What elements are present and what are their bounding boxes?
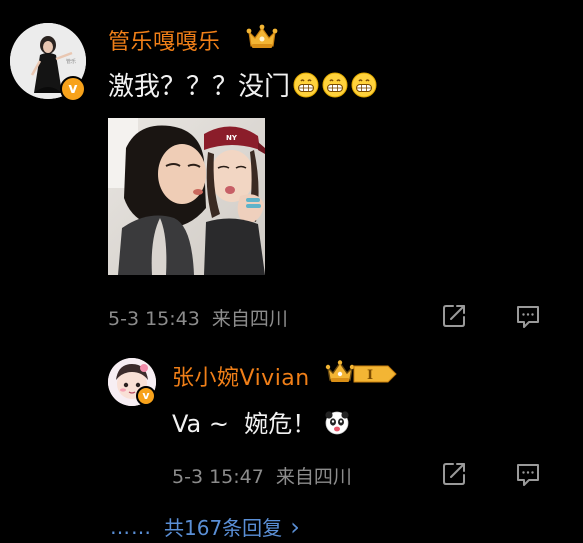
post-text: 激我？？？没门: [108, 72, 291, 102]
svg-text:NY: NY: [226, 134, 238, 142]
share-icon[interactable]: [440, 460, 468, 488]
verified-badge-icon: v: [60, 76, 86, 102]
grin-emoji-icon: [293, 72, 319, 98]
chevron-right-icon: ›: [290, 512, 300, 541]
level-text: I: [367, 368, 373, 383]
more-replies-dots: ……: [110, 514, 152, 539]
post-meta: 5-3 15:43 来自四川: [108, 304, 288, 331]
more-replies-link[interactable]: …… 共167条回复 ›: [110, 512, 300, 541]
reply-meta: 5-3 15:47 来自四川: [172, 462, 352, 489]
reply-timestamp: 5-3 15:47: [172, 466, 264, 488]
panda-emoji-icon: [324, 409, 350, 435]
post-photo[interactable]: NY: [108, 118, 265, 275]
grin-emoji-icon: [351, 72, 377, 98]
level-badge: I: [352, 364, 398, 384]
share-icon[interactable]: [440, 302, 468, 330]
author-username[interactable]: 管乐嘎嘎乐: [108, 24, 221, 56]
post-timestamp: 5-3 15:43: [108, 308, 200, 330]
comment-icon[interactable]: [514, 460, 542, 488]
svg-text:管乐: 管乐: [66, 58, 76, 65]
reply-source: 来自四川: [275, 466, 352, 488]
verified-badge-icon: v: [136, 386, 156, 406]
comment-icon[interactable]: [514, 302, 542, 330]
grin-emoji-icon: [322, 72, 348, 98]
reply-text: Va ~ 婉危！: [172, 410, 317, 438]
reply-content: Va ~ 婉危！: [172, 404, 350, 439]
reply-username[interactable]: 张小婉Vivian: [172, 360, 310, 392]
post-content: 激我？？？没门: [108, 66, 377, 103]
crown-icon: [244, 22, 280, 52]
more-replies-label: 共167条回复: [164, 516, 283, 540]
post-source: 来自四川: [211, 308, 288, 330]
